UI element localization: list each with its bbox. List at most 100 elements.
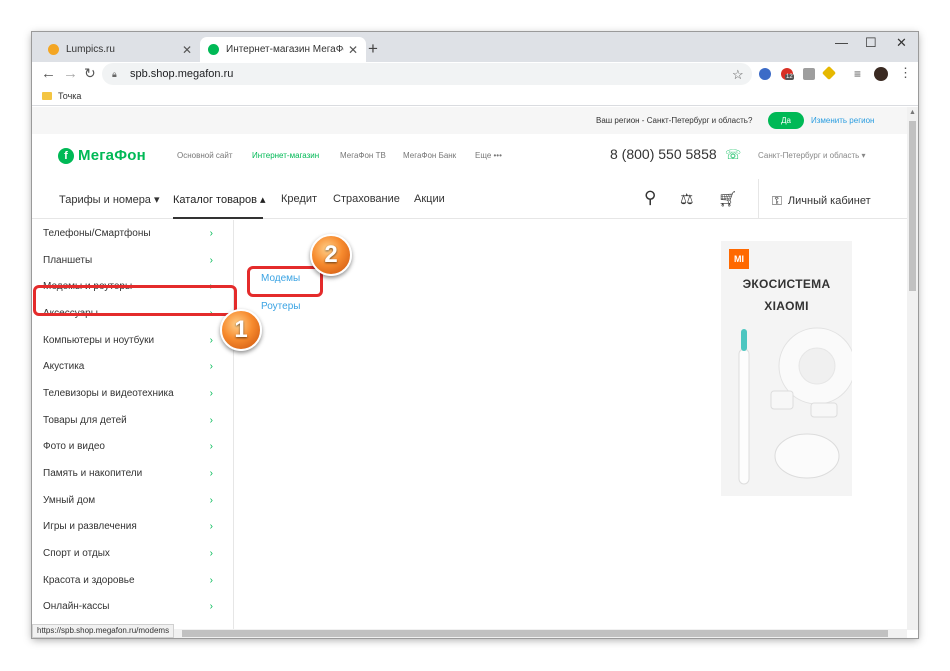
cart-icon[interactable]: 🛒︎ xyxy=(718,190,737,208)
category-label: Красота и здоровье xyxy=(43,574,135,586)
link-more[interactable]: Еще ••• xyxy=(475,151,502,160)
city-selector[interactable]: Санкт-Петербург и область ▾ xyxy=(758,151,866,160)
tab-megafon[interactable]: Интернет-магазин МегаФон в С ✕ xyxy=(200,37,366,62)
key-icon: ⚿ xyxy=(772,193,782,208)
nav-credit[interactable]: Кредит xyxy=(281,193,317,205)
bookmark-star-icon[interactable]: ☆ xyxy=(732,67,744,83)
scroll-thumb[interactable] xyxy=(909,121,916,291)
personal-cabinet-link[interactable]: ⚿ Личный кабинет xyxy=(772,193,871,209)
category-acoustics[interactable]: Акустика › xyxy=(43,353,213,379)
nav-divider xyxy=(758,179,759,219)
category-computers[interactable]: Компьютеры и ноутбуки › xyxy=(43,327,213,353)
category-label: Компьютеры и ноутбуки xyxy=(43,334,155,346)
address-bar[interactable]: 🔒︎ spb.shop.megafon.ru xyxy=(102,63,752,85)
tab-strip: Lumpics.ru ✕ Интернет-магазин МегаФон в … xyxy=(32,32,918,62)
category-beauty[interactable]: Красота и здоровье › xyxy=(43,567,213,593)
change-region-link[interactable]: Изменить регион xyxy=(811,116,874,125)
bookmark-label: Точка xyxy=(58,91,82,101)
gateway-center xyxy=(798,347,836,385)
lumpics-favicon-icon xyxy=(48,44,59,55)
url-text: spb.shop.megafon.ru xyxy=(130,68,234,80)
region-bar: Ваш регион - Санкт-Петербург и область? … xyxy=(32,107,907,134)
compare-icon[interactable]: ⚖ xyxy=(680,190,693,208)
category-cash-registers[interactable]: Онлайн-кассы › xyxy=(43,593,213,619)
extension-shield-icon[interactable] xyxy=(759,68,771,80)
xiaomi-ad-banner[interactable]: MI ЭКОСИСТЕМА XIAOMI xyxy=(721,241,852,496)
folder-icon xyxy=(42,92,52,100)
category-phones[interactable]: Телефоны/Смартфоны › xyxy=(43,220,213,246)
profile-avatar[interactable] xyxy=(874,67,888,81)
bookmark-tochka[interactable]: Точка xyxy=(42,91,81,101)
category-label: Акустика xyxy=(43,360,85,372)
category-label: Спорт и отдых xyxy=(43,547,110,559)
scroll-up-icon[interactable]: ▲ xyxy=(909,109,916,116)
chevron-right-icon: › xyxy=(209,334,213,346)
catalog-sidebar: Телефоны/Смартфоны › Планшеты › Модемы и р… xyxy=(32,220,234,630)
catalog-active-underline xyxy=(173,217,263,219)
link-megafon-bank[interactable]: МегаФон Банк xyxy=(403,151,456,160)
nav-tariffs[interactable]: Тарифы и номера ▾ xyxy=(59,193,160,206)
minimize-button[interactable]: — xyxy=(835,35,848,50)
category-tv[interactable]: Телевизоры и видеотехника › xyxy=(43,380,213,406)
chevron-right-icon: › xyxy=(209,387,213,399)
megafon-logo-icon: f xyxy=(58,147,74,164)
category-kids[interactable]: Товары для детей › xyxy=(43,407,213,433)
mouse-shape xyxy=(774,433,840,479)
chevron-right-icon: › xyxy=(209,574,213,586)
vertical-scrollbar[interactable]: ▲ xyxy=(907,107,918,630)
category-tablets[interactable]: Планшеты › xyxy=(43,247,213,273)
link-main-site[interactable]: Основной сайт xyxy=(177,151,232,160)
tab-lumpics[interactable]: Lumpics.ru ✕ xyxy=(40,37,200,62)
megafon-logo[interactable]: f МегаФон xyxy=(58,147,146,164)
subcategory-routers[interactable]: Роутеры xyxy=(261,301,300,312)
chevron-right-icon: › xyxy=(209,494,213,506)
category-label: Игры и развлечения xyxy=(43,520,137,532)
category-label: Товары для детей xyxy=(43,414,127,426)
category-photo-video[interactable]: Фото и видео › xyxy=(43,433,213,459)
nav-insurance[interactable]: Страхование xyxy=(333,193,400,205)
tab-close-icon[interactable]: ✕ xyxy=(182,43,192,57)
highlight-box-step1 xyxy=(33,285,237,316)
megafon-favicon-icon xyxy=(208,44,219,55)
category-sport[interactable]: Спорт и отдых › xyxy=(43,540,213,566)
hscroll-thumb[interactable] xyxy=(182,630,888,637)
nav-catalog[interactable]: Каталог товаров ▴ xyxy=(173,193,266,206)
reading-list-icon[interactable]: ≡ xyxy=(854,67,861,81)
phone-number[interactable]: 8 (800) 550 5858 xyxy=(610,146,717,162)
chevron-right-icon: › xyxy=(209,440,213,452)
close-window-button[interactable]: ✕ xyxy=(896,35,907,51)
status-bar-url: https://spb.shop.megafon.ru/modems xyxy=(32,624,175,638)
sensor-shape-2 xyxy=(810,402,838,418)
back-arrow-icon[interactable]: ← xyxy=(41,65,56,82)
extension-count-badge: 12 xyxy=(785,74,794,80)
lock-icon: 🔒︎ xyxy=(112,69,117,79)
category-label: Телефоны/Смартфоны xyxy=(43,227,151,239)
extension-badge-icon[interactable]: 12 xyxy=(781,68,794,80)
logo-text: МегаФон xyxy=(78,147,146,164)
region-yes-button[interactable]: Да xyxy=(768,112,804,129)
extension-square-icon[interactable] xyxy=(803,68,815,80)
menu-dots-icon[interactable]: ⋮ xyxy=(899,65,912,81)
reload-icon[interactable]: ↻ xyxy=(84,65,96,82)
link-online-shop[interactable]: Интернет-магазин xyxy=(252,151,319,160)
nav-promotions[interactable]: Акции xyxy=(414,193,445,205)
forward-arrow-icon[interactable]: → xyxy=(63,65,78,82)
toothbrush-shape xyxy=(738,348,750,485)
extension-diamond-icon[interactable] xyxy=(821,65,837,81)
chevron-right-icon: › xyxy=(209,467,213,479)
sensor-shape xyxy=(770,390,794,410)
link-megafon-tv[interactable]: МегаФон ТВ xyxy=(340,151,386,160)
tab-close-icon[interactable]: ✕ xyxy=(348,43,358,57)
new-tab-button[interactable]: + xyxy=(368,39,378,59)
category-smart-home[interactable]: Умный дом › xyxy=(43,487,213,513)
category-memory[interactable]: Память и накопители › xyxy=(43,460,213,486)
category-label: Телевизоры и видеотехника xyxy=(43,387,174,399)
search-icon[interactable]: ⚲ xyxy=(644,188,656,208)
chevron-right-icon: › xyxy=(209,414,213,426)
phone-call-icon[interactable]: ☏ xyxy=(725,147,741,163)
category-games[interactable]: Игры и развлечения › xyxy=(43,513,213,539)
browser-toolbar: ← → ↻ 🔒︎ spb.shop.megafon.ru ☆ 12 ≡ ⋮ xyxy=(32,62,918,88)
chevron-right-icon: › xyxy=(209,254,213,266)
page-content: Ваш регион - Санкт-Петербург и область? … xyxy=(32,107,907,630)
maximize-button[interactable]: ☐ xyxy=(865,35,877,51)
